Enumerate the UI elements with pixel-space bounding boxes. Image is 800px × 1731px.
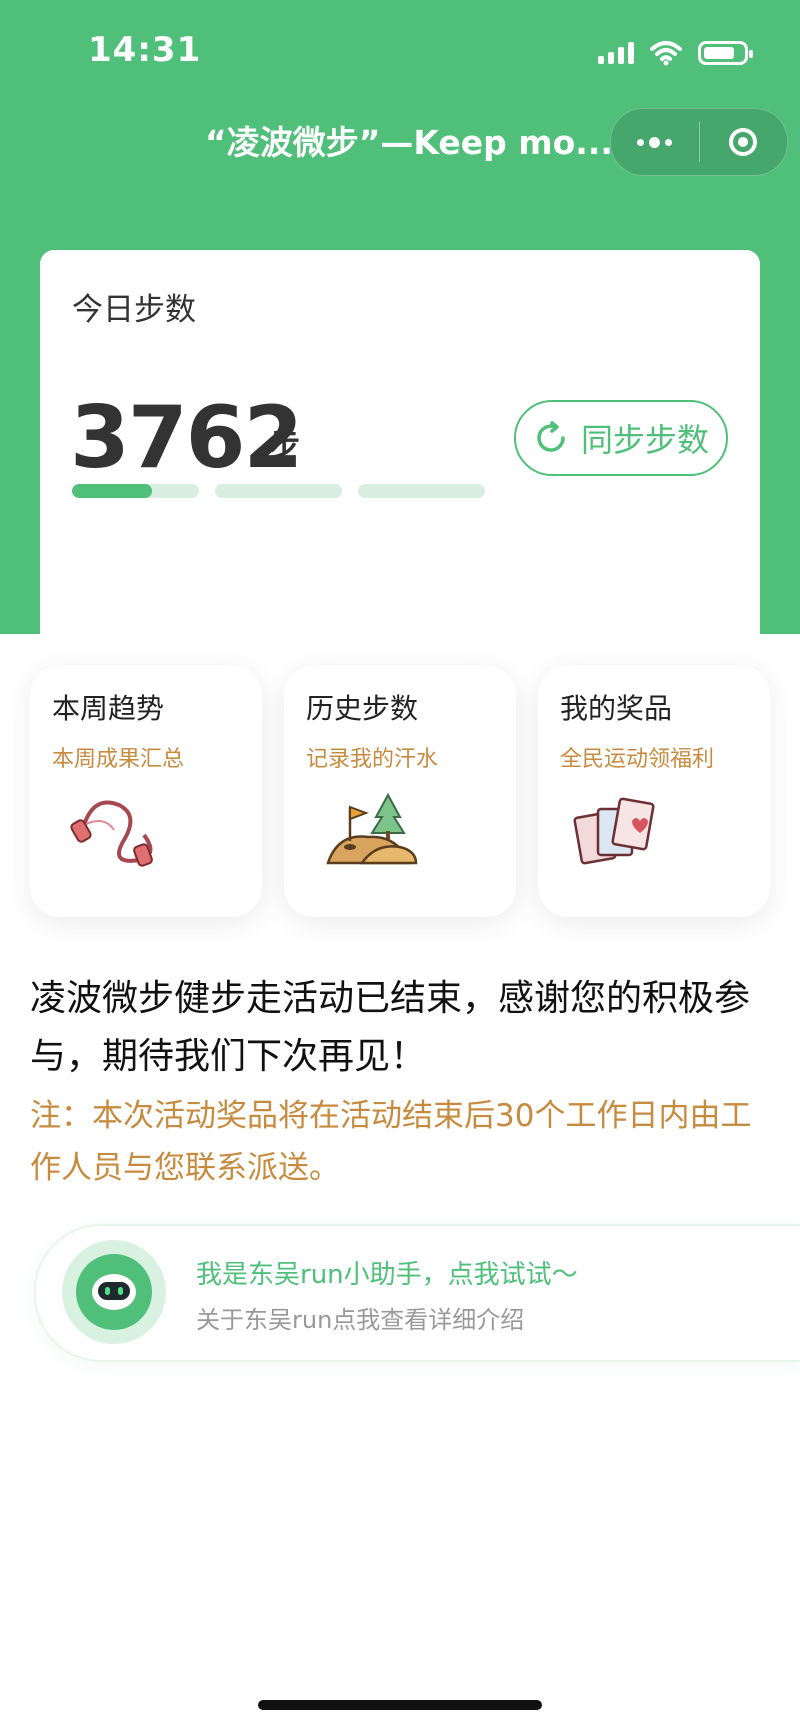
- robot-icon: [92, 1274, 136, 1310]
- refresh-icon: [537, 421, 565, 452]
- home-indicator[interactable]: [258, 1700, 542, 1710]
- prize-delivery-note: 注：本次活动奖品将在活动结束后30个工作日内由工作人员与您联系派送。: [30, 1098, 752, 1186]
- status-icons: [598, 38, 753, 68]
- page-title: “凌波微步”—Keep mo...: [205, 123, 613, 162]
- assistant-subtitle: 关于东吴run点我查看详细介绍: [196, 1306, 525, 1334]
- more-menu-button[interactable]: [611, 109, 699, 175]
- feature-subtitle: 全民运动领福利: [560, 747, 715, 772]
- assistant-banner[interactable]: 我是东吴run小助手，点我试试～ 关于东吴run点我查看详细介绍: [34, 1224, 800, 1362]
- feature-title: 历史步数: [306, 692, 419, 725]
- status-time: 14:31: [88, 30, 202, 70]
- cards-heart-icon: [573, 797, 655, 865]
- jump-rope-icon: [70, 800, 153, 867]
- feature-title: 本周趋势: [52, 692, 165, 725]
- my-prizes-card[interactable]: 我的奖品 全民运动领福利: [538, 665, 770, 917]
- sync-steps-label: 同步步数: [580, 421, 709, 459]
- more-dots-icon: [637, 136, 673, 148]
- activity-ended-notice: 凌波微步健步走活动已结束，感谢您的积极参与，期待我们下次再见！: [30, 978, 751, 1077]
- step-count: 3762: [70, 388, 303, 488]
- step-progress: [72, 484, 485, 498]
- progress-segment: [358, 484, 485, 498]
- target-circle-icon: [729, 128, 758, 156]
- assistant-avatar: [62, 1240, 166, 1344]
- feature-subtitle: 记录我的汗水: [306, 747, 439, 772]
- feature-subtitle: 本周成果汇总: [52, 747, 185, 772]
- hill-flag-tree-icon: [326, 792, 418, 865]
- battery-icon: [698, 41, 753, 65]
- steps-card-title: 今日步数: [72, 292, 196, 328]
- wifi-icon: [650, 41, 682, 66]
- sync-steps-button[interactable]: 同步步数: [514, 400, 728, 476]
- weekly-trend-card[interactable]: 本周趋势 本周成果汇总: [30, 665, 262, 917]
- mini-program-capsule: [610, 108, 788, 176]
- progress-segment: [215, 484, 342, 498]
- today-steps-card: 今日步数 3762 步 同步步数: [40, 250, 760, 650]
- close-program-button[interactable]: [700, 109, 788, 175]
- assistant-title: 我是东吴run小助手，点我试试～: [196, 1260, 578, 1290]
- feature-title: 我的奖品: [560, 692, 673, 725]
- progress-segment: [72, 484, 199, 498]
- signal-icon: [598, 42, 634, 64]
- history-steps-card[interactable]: 历史步数 记录我的汗水: [284, 665, 516, 917]
- step-unit: 步: [268, 426, 301, 464]
